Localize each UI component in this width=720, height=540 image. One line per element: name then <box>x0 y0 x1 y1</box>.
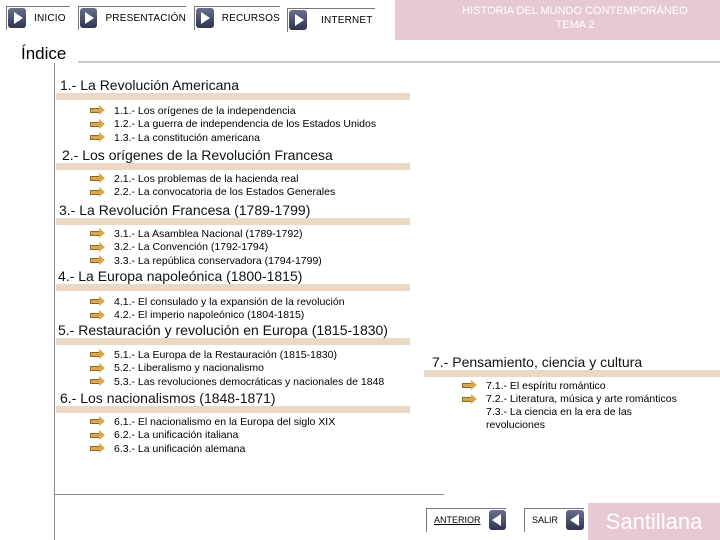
section-bar <box>424 370 720 377</box>
item-label: 3.2.- La Convención (1792-1794) <box>114 241 269 254</box>
arrow-icon <box>462 393 478 405</box>
section-bar <box>56 338 410 345</box>
item-label: 2.2.- La convocatoria de los Estados Gen… <box>114 186 336 199</box>
section-items-2: 2.1.- Los problemas de la hacienda real … <box>90 172 335 199</box>
arrow-icon <box>90 376 106 387</box>
list-item[interactable]: 6.3.- La unificación alemana <box>90 442 335 456</box>
arrow-icon <box>462 406 478 417</box>
item-label: 3.3.- La república conservadora (1794-17… <box>114 254 322 267</box>
section-items-4: 4.1.- El consulado y la expansión de la … <box>90 295 345 322</box>
play-icon <box>196 8 214 28</box>
section-items-1: 1.1.- Los orígenes de la independencia 1… <box>90 104 376 145</box>
section-bar <box>56 218 410 225</box>
arrow-icon <box>90 362 106 374</box>
play-icon <box>8 8 26 28</box>
list-item[interactable]: 1.3.- La constitución americana <box>90 131 376 145</box>
item-label: 3.1.- La Asamblea Nacional (1789-1792) <box>114 227 303 240</box>
section-title-3[interactable]: 3.- La Revolución Francesa (1789-1799) <box>59 202 310 218</box>
arrow-icon <box>90 241 106 253</box>
salir-button[interactable]: SALIR <box>524 508 584 532</box>
index-title: Índice <box>21 44 67 63</box>
list-item[interactable]: 7.1.- El espíritu romántico <box>462 379 702 393</box>
arrow-icon <box>90 132 106 143</box>
arrow-icon <box>90 105 106 116</box>
index-vertical-rule <box>54 63 55 540</box>
arrow-icon <box>90 309 106 321</box>
list-item[interactable]: 7.2.- Literatura, música y arte romántic… <box>462 393 702 407</box>
internet-button[interactable]: INTERNET <box>287 8 375 32</box>
list-item[interactable]: 3.3.- La república conservadora (1794-17… <box>90 254 322 268</box>
app-title-line2: TEMA 2 <box>555 19 595 31</box>
list-item[interactable]: 4.1.- El consulado y la expansión de la … <box>90 295 345 309</box>
section-bar <box>56 93 410 100</box>
list-item[interactable]: 2.1.- Los problemas de la hacienda real <box>90 172 335 186</box>
item-label: 7.2.- Literatura, música y arte romántic… <box>486 393 677 406</box>
section-title-7[interactable]: 7.- Pensamiento, ciencia y cultura <box>432 354 642 370</box>
section-items-6: 6.1.- El nacionalismo en la Europa del s… <box>90 415 335 456</box>
arrow-icon <box>90 416 106 427</box>
item-label: 4.1.- El consulado y la expansión de la … <box>114 295 345 308</box>
app-title-line1: HISTORIA DEL MUNDO CONTEMPORÁNEO <box>462 5 688 17</box>
list-item[interactable]: 5.2.- Liberalismo y nacionalismo <box>90 362 384 376</box>
play-icon <box>80 8 98 28</box>
item-label: 7.3.- La ciencia en la era de las revolu… <box>486 406 632 431</box>
section-title-2[interactable]: 2.- Los orígenes de la Revolución France… <box>62 147 333 163</box>
arrow-icon <box>90 443 106 454</box>
arrow-icon <box>90 118 106 130</box>
item-label: 2.1.- Los problemas de la hacienda real <box>114 172 299 185</box>
section-title-5[interactable]: 5.- Restauración y revolución en Europa … <box>58 322 388 338</box>
list-item[interactable]: 5.1.- La Europa de la Restauración (1815… <box>90 348 384 362</box>
list-item[interactable]: 1.2.- La guerra de independencia de los … <box>90 118 376 132</box>
arrow-icon <box>90 186 106 198</box>
list-item[interactable]: 1.1.- Los orígenes de la independencia <box>90 104 376 118</box>
item-label: 6.1.- El nacionalismo en la Europa del s… <box>114 415 336 428</box>
arrow-icon <box>90 255 106 266</box>
item-label: 1.1.- Los orígenes de la independencia <box>114 104 296 117</box>
section-bar <box>56 284 410 291</box>
section-bar <box>56 163 410 170</box>
list-item[interactable]: 2.2.- La convocatoria de los Estados Gen… <box>90 186 335 200</box>
list-item[interactable]: 6.1.- El nacionalismo en la Europa del s… <box>90 415 335 429</box>
item-label: 6.3.- La unificación alemana <box>114 442 246 455</box>
item-label: 5.2.- Liberalismo y nacionalismo <box>114 362 264 375</box>
recursos-button[interactable]: RECURSOS <box>194 6 280 30</box>
item-label: 5.1.- La Europa de la Restauración (1815… <box>114 348 337 361</box>
list-item[interactable]: 4.2.- El imperio napoleónico (1804-1815) <box>90 309 345 323</box>
index-bottom-rule <box>54 494 444 495</box>
play-icon <box>289 10 307 30</box>
section-title-1[interactable]: 1.- La Revolución Americana <box>60 77 239 93</box>
item-label: 6.2.- La unificación italiana <box>114 429 239 442</box>
item-label: 1.3.- La constitución americana <box>114 131 260 144</box>
button-frame <box>426 508 506 532</box>
arrow-icon <box>90 173 106 184</box>
arrow-icon <box>90 429 106 441</box>
inicio-button[interactable]: INICIO <box>6 6 70 30</box>
section-title-4[interactable]: 4.- La Europa napoleónica (1800-1815) <box>58 268 302 284</box>
index-rule <box>78 61 720 63</box>
arrow-icon <box>90 296 106 307</box>
list-item[interactable]: 3.1.- La Asamblea Nacional (1789-1792) <box>90 227 322 241</box>
brand-logo: Santillana <box>588 503 720 540</box>
arrow-icon <box>90 228 106 239</box>
presentacion-button[interactable]: PRESENTACIÓN <box>78 6 186 30</box>
item-label: 7.1.- El espíritu romántico <box>486 379 606 392</box>
top-nav-bar: INICIO PRESENTACIÓN RECURSOS INTERNET HI… <box>0 0 720 40</box>
item-label: 1.2.- La guerra de independencia de los … <box>114 118 377 131</box>
section-title-6[interactable]: 6.- Los nacionalismos (1848-1871) <box>60 390 276 406</box>
list-item[interactable]: 5.3.- Las revoluciones democráticas y na… <box>90 375 384 389</box>
arrow-icon <box>462 380 478 391</box>
item-label: 5.3.- Las revoluciones democráticas y na… <box>114 375 385 388</box>
anterior-button[interactable]: ANTERIOR <box>426 508 506 532</box>
section-items-7: 7.1.- El espíritu romántico 7.2.- Litera… <box>462 379 702 432</box>
arrow-icon <box>90 349 106 360</box>
item-label: 4.2.- El imperio napoleónico (1804-1815) <box>114 309 305 322</box>
section-items-5: 5.1.- La Europa de la Restauración (1815… <box>90 348 384 389</box>
section-items-3: 3.1.- La Asamblea Nacional (1789-1792) 3… <box>90 227 322 268</box>
list-item[interactable]: 6.2.- La unificación italiana <box>90 429 335 443</box>
list-item[interactable]: 7.3.- La ciencia en la era de las revolu… <box>462 406 702 432</box>
button-frame <box>524 508 584 532</box>
app-title: HISTORIA DEL MUNDO CONTEMPORÁNEO TEMA 2 <box>430 4 720 32</box>
section-bar <box>56 406 410 413</box>
list-item[interactable]: 3.2.- La Convención (1792-1794) <box>90 241 322 255</box>
